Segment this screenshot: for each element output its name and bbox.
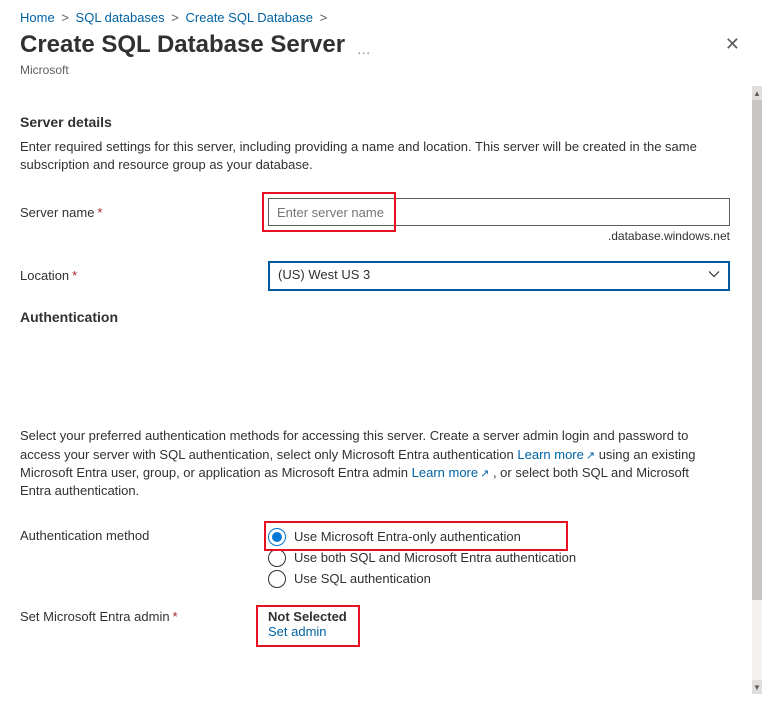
vertical-scrollbar[interactable]: ▲ ▼ [752, 86, 762, 694]
auth-method-label: Authentication method [20, 525, 268, 543]
learn-more-link-1[interactable]: Learn more↗ [517, 447, 595, 462]
entra-admin-label: Set Microsoft Entra admin* [20, 609, 268, 624]
breadcrumb-separator: > [61, 10, 69, 25]
scrollbar-thumb[interactable] [752, 100, 762, 600]
scrollbar-up-button[interactable]: ▲ [752, 86, 762, 100]
scrollbar-down-button[interactable]: ▼ [752, 680, 762, 694]
server-name-suffix: .database.windows.net [268, 229, 730, 243]
page-subtitle: Microsoft [0, 63, 764, 85]
radio-icon [268, 528, 286, 546]
authentication-description: Select your preferred authentication met… [20, 427, 720, 500]
breadcrumb-separator: > [171, 10, 179, 25]
breadcrumb-separator: > [320, 10, 328, 25]
auth-option-label: Use SQL authentication [294, 571, 431, 586]
server-name-row: Server name* .database.windows.net [20, 198, 730, 243]
server-name-input[interactable] [268, 198, 730, 226]
breadcrumb-home[interactable]: Home [20, 10, 55, 25]
breadcrumb-sql-databases[interactable]: SQL databases [76, 10, 165, 25]
auth-option-label: Use both SQL and Microsoft Entra authent… [294, 550, 576, 565]
radio-icon [268, 570, 286, 588]
breadcrumb-create-sql-database[interactable]: Create SQL Database [186, 10, 313, 25]
location-label: Location* [20, 261, 268, 283]
breadcrumb: Home > SQL databases > Create SQL Databa… [0, 0, 764, 29]
authentication-heading: Authentication [20, 309, 730, 325]
chevron-down-icon [708, 269, 720, 284]
page-title: Create SQL Database Server [20, 31, 345, 59]
server-name-label: Server name* [20, 198, 268, 220]
auth-option-both[interactable]: Use both SQL and Microsoft Entra authent… [268, 549, 730, 567]
main-content: Server details Enter required settings f… [0, 86, 750, 705]
page-header: Create SQL Database Server … ✕ [0, 29, 764, 63]
auth-option-label: Use Microsoft Entra-only authentication [294, 529, 521, 544]
server-details-description: Enter required settings for this server,… [20, 138, 720, 174]
server-details-heading: Server details [20, 114, 730, 130]
set-admin-link[interactable]: Set admin [268, 624, 327, 639]
entra-admin-status: Not Selected [268, 609, 730, 624]
location-row: Location* (US) West US 3 [20, 261, 730, 291]
auth-method-row: Authentication method Use Microsoft Entr… [20, 525, 730, 591]
location-value: (US) West US 3 [278, 267, 370, 282]
auth-option-entra-only[interactable]: Use Microsoft Entra-only authentication [268, 528, 730, 546]
close-icon[interactable]: ✕ [725, 35, 740, 53]
radio-icon [268, 549, 286, 567]
external-link-icon: ↗ [586, 450, 595, 462]
location-select[interactable]: (US) West US 3 [268, 261, 730, 291]
learn-more-link-2[interactable]: Learn more↗ [412, 465, 490, 480]
external-link-icon: ↗ [480, 468, 489, 480]
more-options-icon[interactable]: … [357, 41, 371, 57]
auth-option-sql[interactable]: Use SQL authentication [268, 570, 730, 588]
entra-admin-row: Set Microsoft Entra admin* Not Selected … [20, 609, 730, 639]
